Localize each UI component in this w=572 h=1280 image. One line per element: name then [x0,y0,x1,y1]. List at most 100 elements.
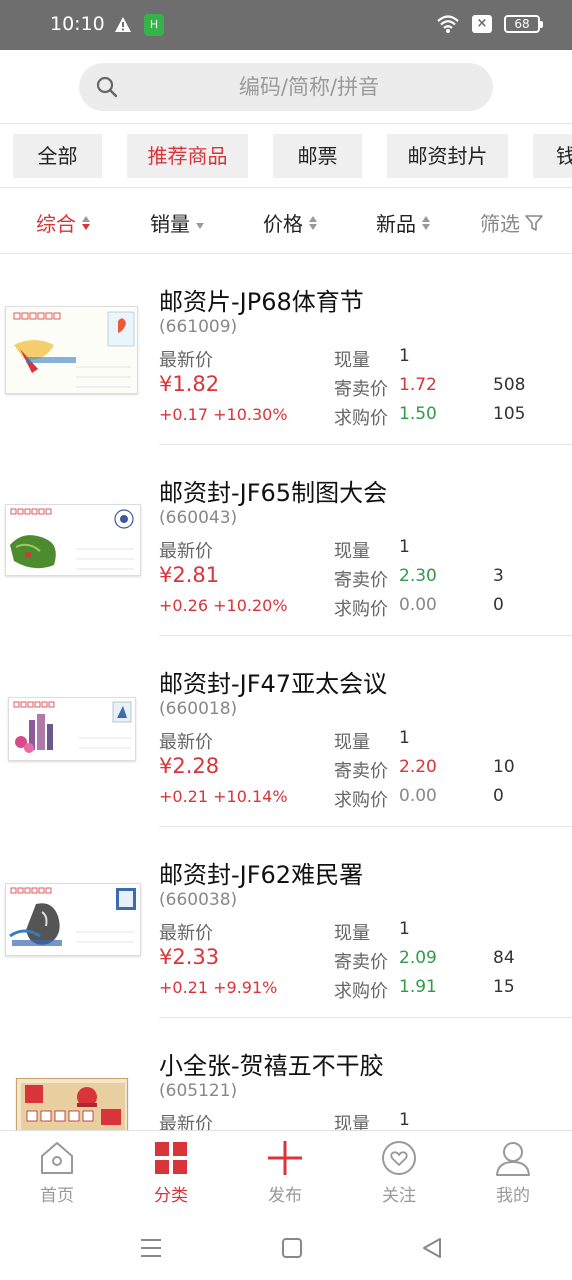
status-left-icons: H [114,14,164,36]
latest-price: ¥2.28 [159,754,220,778]
product-thumbnail [16,1078,128,1130]
sell-price-label: 寄卖价 [334,379,388,400]
buy-price: 0.00 [399,786,437,806]
sell-quantity: 508 [493,375,526,395]
sell-price-label: 寄卖价 [334,570,388,591]
heart-icon [382,1141,416,1175]
latest-price-label: 最新价 [159,923,213,944]
buy-quantity: 105 [493,404,526,424]
stock-label: 现量 [334,732,370,753]
tab-follow[interactable]: 关注 [342,1131,456,1217]
product-item[interactable]: 邮资封-JF47亚太会议 (660018) 最新价 ¥2.28 +0.21 +1… [0,636,572,827]
product-item[interactable]: 邮资封-JF62难民署 (660038) 最新价 ¥2.33 +0.21 +9.… [0,827,572,1018]
home-square-icon[interactable] [278,1234,306,1262]
stock-value: 1 [399,346,410,366]
filter-button[interactable]: 筛选 [480,208,544,237]
category-postal-cards[interactable]: 邮资封片 [387,134,508,178]
product-code: (661009) [159,317,238,337]
buy-price-label: 求购价 [334,408,388,429]
sell-price: 1.72 [399,375,437,395]
tab-category-label: 分类 [154,1186,188,1206]
latest-price-label: 最新价 [159,541,213,562]
status-right-icons: × 68 [436,14,543,34]
category-icon [155,1142,187,1174]
price-change: +0.21 +10.14% [159,787,288,806]
product-item[interactable]: 小全张-贺禧五不干胶 (605121) 最新价 现量 1 [0,1018,572,1130]
filter-icon [525,214,543,231]
product-title: 邮资片-JP68体育节 [159,288,364,316]
price-change: +0.26 +10.20% [159,596,288,615]
product-title: 邮资封-JF47亚太会议 [159,670,388,698]
tab-profile[interactable]: 我的 [456,1131,570,1217]
filter-label: 筛选 [480,212,520,236]
buy-price-label: 求购价 [334,790,388,811]
search-box[interactable] [79,63,493,111]
latest-price-label: 最新价 [159,732,213,753]
product-item[interactable]: 邮资封-JF65制图大会 (660043) 最新价 ¥2.81 +0.26 +1… [0,445,572,636]
sort-arrows-icon [82,215,90,230]
sort-sales-label: 销量 [150,212,190,236]
category-all[interactable]: 全部 [13,134,102,178]
sell-price: 2.09 [399,948,437,968]
sort-comprehensive-label: 综合 [36,212,76,236]
stock-value: 1 [399,919,410,939]
tab-category[interactable]: 分类 [114,1131,228,1217]
product-title: 邮资封-JF62难民署 [159,861,364,889]
sort-bar: 综合 销量 价格 新品 筛选 [0,188,572,254]
stock-label: 现量 [334,923,370,944]
sort-arrows-icon [422,215,430,230]
stock-value: 1 [399,537,410,557]
buy-price: 1.50 [399,404,437,424]
warning-icon [115,17,131,32]
product-code: (605121) [159,1081,238,1101]
tab-profile-label: 我的 [496,1186,530,1206]
product-thumbnail [5,306,138,394]
category-tabs: 全部 推荐商品 邮票 邮资封片 钱 [0,124,572,188]
tab-publish[interactable]: 发布 [228,1131,342,1217]
price-change: +0.17 +10.30% [159,405,288,424]
latest-price-label: 最新价 [159,350,213,371]
system-nav-bar [0,1216,572,1280]
menu-icon[interactable] [137,1234,165,1262]
stock-label: 现量 [334,350,370,371]
sell-price: 2.30 [399,566,437,586]
latest-price: ¥2.33 [159,945,220,969]
stock-label: 现量 [334,1114,370,1130]
sell-quantity: 10 [493,757,515,777]
category-stamps[interactable]: 邮票 [273,134,362,178]
buy-quantity: 15 [493,977,515,997]
sort-price-label: 价格 [263,212,303,236]
product-code: (660043) [159,508,238,528]
sort-price[interactable]: 价格 [263,208,317,237]
status-bar: 10:10 H × 68 [0,0,572,50]
sort-comprehensive[interactable]: 综合 [36,208,90,237]
search-icon [96,76,118,98]
sort-new[interactable]: 新品 [376,208,430,237]
tab-home[interactable]: 首页 [0,1131,114,1217]
product-thumbnail [5,504,141,576]
sell-quantity: 3 [493,566,504,586]
product-thumbnail [5,883,141,956]
product-item[interactable]: 邮资片-JP68体育节 (661009) 最新价 ¥1.82 +0.17 +10… [0,254,572,445]
buy-quantity: 0 [493,595,504,615]
wifi-icon [437,15,459,33]
back-triangle-icon[interactable] [418,1234,446,1262]
category-coins[interactable]: 钱 [533,134,572,178]
category-recommended[interactable]: 推荐商品 [127,134,248,178]
latest-price-label: 最新价 [159,1114,213,1130]
bottom-tab-bar: 首页 分类 发布 关注 我的 [0,1130,572,1216]
search-input[interactable] [139,63,479,111]
buy-price-label: 求购价 [334,981,388,1002]
stock-value: 1 [399,728,410,748]
latest-price: ¥1.82 [159,372,220,396]
tab-home-label: 首页 [40,1186,74,1206]
product-code: (660018) [159,699,238,719]
buy-price: 1.91 [399,977,437,997]
sort-sales[interactable]: 销量 [150,208,204,237]
buy-price-label: 求购价 [334,599,388,620]
price-change: +0.21 +9.91% [159,978,278,997]
status-time: 10:10 [50,13,105,35]
product-title: 邮资封-JF65制图大会 [159,479,388,507]
sell-price-label: 寄卖价 [334,952,388,973]
app-notification-icon: H [144,14,164,36]
